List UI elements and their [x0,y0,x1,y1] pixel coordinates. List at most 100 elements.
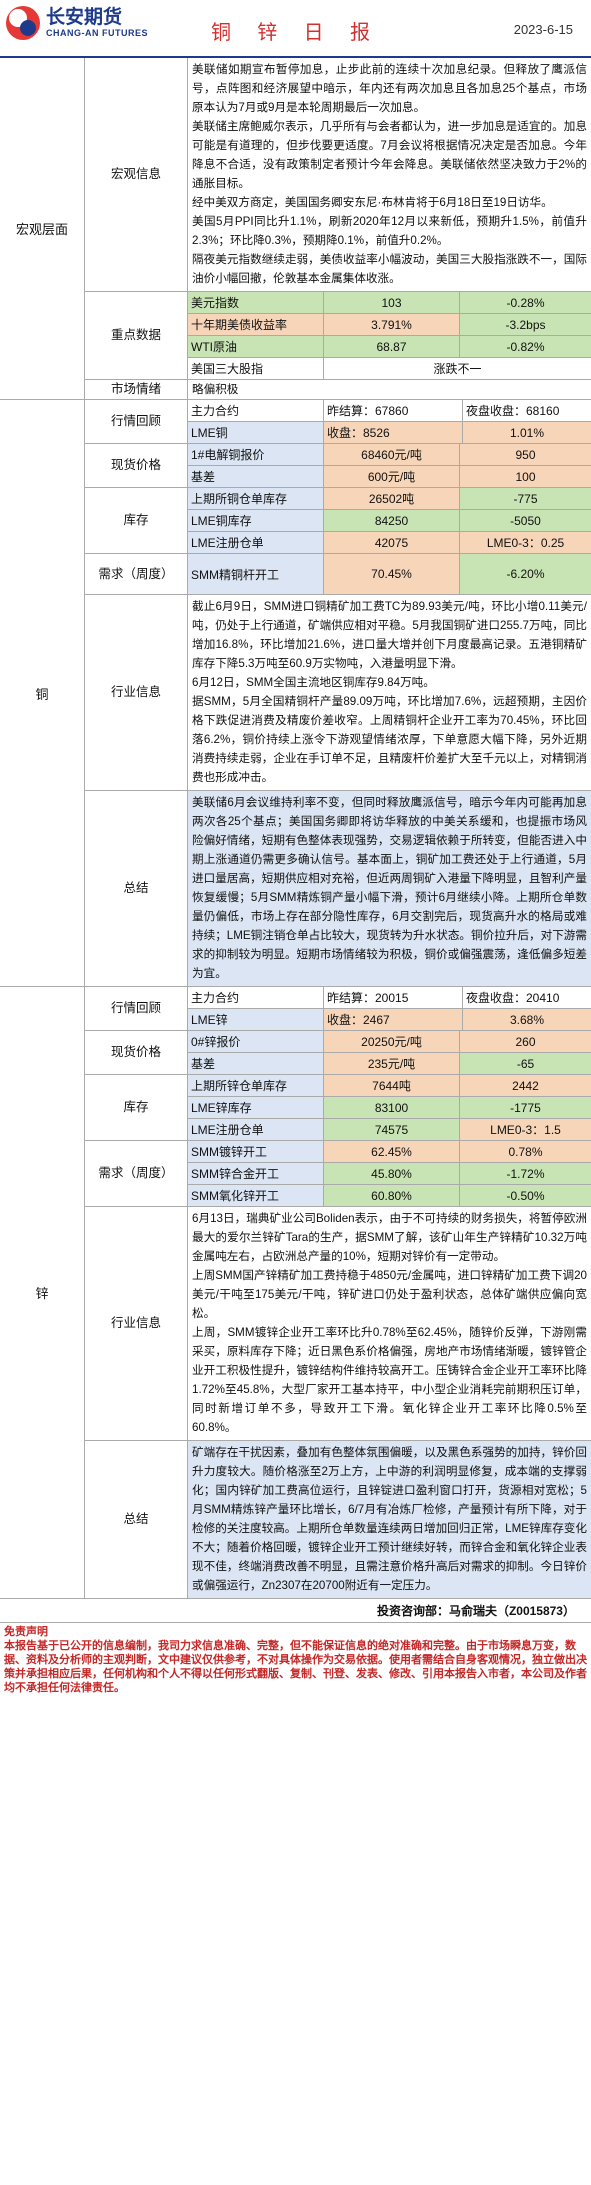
table-row: LME注册仓单 74575 LME0-3：1.5 [188,1119,591,1140]
copper-stock-label: 库存 [85,488,188,553]
table-cell: 100 [460,466,591,487]
zinc-spot-row: 现货价格 0#锌报价 20250元/吨 260 基差 235元/吨 -65 [85,1031,591,1075]
table-row: 十年期美债收益率 3.791% -3.2bps [188,314,591,336]
table-row: 美元指数 103 -0.28% [188,292,591,314]
table-cell: 235元/吨 [324,1053,460,1074]
summary-paragraph: 美联储6月会议维持利率不变，但同时释放鹰派信号，暗示今年内可能再加息两次各25个… [192,796,587,980]
zinc-stock-label: 库存 [85,1075,188,1140]
table-cell: 上期所铜仓单库存 [188,488,324,509]
industry-paragraph: 上周SMM国产锌精矿加工费持稳于4850元/金属吨，进口锌精矿加工费下调20美元… [192,1269,587,1320]
table-row: 主力合约 昨结算：67860 夜盘收盘：68160 [188,400,591,422]
copper-summary-label: 总结 [85,791,188,986]
zinc-demand-label: 需求（周度） [85,1141,188,1206]
copper-stock-row: 库存 上期所铜仓单库存 26502吨 -775 LME铜库存 84250 -50… [85,488,591,554]
report-title: 铜 锌 日 报 [210,20,381,44]
industry-paragraph: 截止6月9日，SMM进口铜精矿加工费TC为89.93美元/吨，环比小增0.11美… [192,600,587,670]
table-row: LME铜库存 84250 -5050 [188,510,591,532]
table-cell: 260 [460,1031,591,1052]
table-cell: 基差 [188,1053,324,1074]
table-cell: SMM镀锌开工 [188,1141,324,1162]
table-cell: 0#锌报价 [188,1031,324,1052]
table-row: 主力合约 昨结算：20015 夜盘收盘：20410 [188,987,591,1009]
table-cell: 62.45% [324,1141,460,1162]
table-row: WTI原油 68.87 -0.82% [188,336,591,358]
macro-news-paragraph: 美国5月PPI同比升1.1%，刷新2020年12月以来新低，预期升1.5%，前值… [192,215,587,247]
table-cell: LME注册仓单 [188,532,324,553]
table-cell: 70.45% [324,554,460,594]
table-cell: 收盘：8526 [324,422,463,443]
table-row: LME铜 收盘：8526 1.01% [188,422,591,443]
macro-news-label: 宏观信息 [85,58,188,291]
table-cell: -1.72% [460,1163,591,1184]
industry-paragraph: 上周，SMM镀锌企业开工率环比升0.78%至62.45%，随锌价反弹，下游刚需采… [192,1326,587,1434]
table-cell: 1.01% [463,422,591,443]
table-cell: 83100 [324,1097,460,1118]
table-cell: LME0-3：1.5 [460,1119,591,1140]
key-data-name: WTI原油 [188,336,324,357]
copper-quote-row: 行情回顾 主力合约 昨结算：67860 夜盘收盘：68160 LME铜 收盘：8… [85,400,591,444]
copper-summary-row: 总结 美联储6月会议维持利率不变，但同时释放鹰派信号，暗示今年内可能再加息两次各… [85,791,591,986]
zinc-stock-row: 库存 上期所锌仓单库存 7644吨 2442 LME锌库存 83100 -177… [85,1075,591,1141]
table-cell: SMM精铜杆开工 [188,554,324,594]
table-row: SMM锌合金开工 45.80% -1.72% [188,1163,591,1185]
macro-news-paragraph: 美联储如期宣布暂停加息，止步此前的连续十次加息纪录。但释放了鹰派信号，点阵图和经… [192,63,587,114]
table-cell: 夜盘收盘：20410 [466,991,560,1005]
macro-key-label: 重点数据 [85,292,188,379]
report-date: 2023-6-15 [513,22,573,37]
zinc-summary-row: 总结 矿端存在干扰因素，叠加有色整体氛围偏暖，以及黑色系强势的加持，锌价回升力度… [85,1441,591,1598]
table-cell: LME铜库存 [188,510,324,531]
zinc-industry-label: 行业信息 [85,1207,188,1440]
zinc-industry-text: 6月13日，瑞典矿业公司Boliden表示，由于不可持续的财务损失，将暂停欧洲最… [188,1207,591,1440]
analyst-signature: 投资咨询部：马俞瑞夫（Z0015873） [0,1599,591,1623]
key-data-change: -0.82% [460,336,591,357]
zinc-summary-text: 矿端存在干扰因素，叠加有色整体氛围偏暖，以及黑色系强势的加持，锌价回升力度较大。… [188,1441,591,1598]
table-cell: -6.20% [460,554,591,594]
key-data-name: 十年期美债收益率 [188,314,324,335]
table-cell: LME锌 [188,1009,324,1030]
macro-news-row: 宏观信息 美联储如期宣布暂停加息，止步此前的连续十次加息纪录。但释放了鹰派信号，… [85,58,591,292]
macro-news-paragraph: 美联储主席鲍威尔表示，几乎所有与会者都认为，进一步加息是适宜的。加息可能是有道理… [192,120,587,190]
table-cell: 0.78% [460,1141,591,1162]
table-row: LME锌 收盘：2467 3.68% [188,1009,591,1030]
table-row: 基差 235元/吨 -65 [188,1053,591,1074]
table-row: SMM氧化锌开工 60.80% -0.50% [188,1185,591,1206]
macro-section: 宏观层面 宏观信息 美联储如期宣布暂停加息，止步此前的连续十次加息纪录。但释放了… [0,58,591,400]
table-cell: 7644吨 [324,1075,460,1096]
industry-paragraph: 据SMM，5月全国精铜杆产量89.09万吨，环比增加7.6%，远超预期，主因价格… [192,695,587,784]
table-cell: 上期所锌仓单库存 [188,1075,324,1096]
table-cell: 主力合约 [188,987,324,1008]
zinc-industry-row: 行业信息 6月13日，瑞典矿业公司Boliden表示，由于不可持续的财务损失，将… [85,1207,591,1441]
copper-demand-label: 需求（周度） [85,554,188,594]
table-cell: 68460元/吨 [324,444,460,465]
macro-key-data-row: 重点数据 美元指数 103 -0.28% 十年期美债收益率 3.791% -3.… [85,292,591,380]
industry-paragraph: 6月12日，SMM全国主流地区铜库存9.84万吨。 [192,676,435,689]
zinc-summary-label: 总结 [85,1441,188,1598]
table-cell: 昨结算：67860 [324,400,463,421]
copper-demand-row: 需求（周度） SMM精铜杆开工 70.45% -6.20% [85,554,591,595]
table-cell: 26502吨 [324,488,460,509]
table-row: SMM精铜杆开工 70.45% -6.20% [188,554,591,594]
table-row: LME锌库存 83100 -1775 [188,1097,591,1119]
key-data-value: 3.791% [324,314,460,335]
key-data-value: 103 [324,292,460,313]
copper-industry-text: 截止6月9日，SMM进口铜精矿加工费TC为89.93美元/吨，环比小增0.11美… [188,595,591,790]
summary-paragraph: 矿端存在干扰因素，叠加有色整体氛围偏暖，以及黑色系强势的加持，锌价回升力度较大。… [192,1446,587,1592]
table-row: 美国三大股指 涨跌不一 [188,358,591,379]
table-row: SMM镀锌开工 62.45% 0.78% [188,1141,591,1163]
table-cell: 45.80% [324,1163,460,1184]
table-row: LME注册仓单 42075 LME0-3：0.25 [188,532,591,553]
disclaimer: 免责声明 本报告基于已公开的信息编制，我司力求信息准确、完整，但不能保证信息的绝… [0,1623,591,1697]
table-cell: 42075 [324,532,460,553]
table-cell: 2442 [460,1075,591,1096]
zinc-section-label: 锌 [0,987,85,1598]
macro-news-paragraph: 隔夜美元指数继续走弱，美债收益率小幅波动，美国三大股指涨跌不一，国际油价小幅回撤… [192,253,587,285]
table-row: 0#锌报价 20250元/吨 260 [188,1031,591,1053]
copper-industry-row: 行业信息 截止6月9日，SMM进口铜精矿加工费TC为89.93美元/吨，环比小增… [85,595,591,791]
table-cell: LME0-3：0.25 [460,532,591,553]
table-cell: 84250 [324,510,460,531]
macro-sentiment-value: 略偏积极 [192,383,239,396]
table-cell: 3.68% [463,1009,591,1030]
key-data-value: 68.87 [324,336,460,357]
table-row: 基差 600元/吨 100 [188,466,591,487]
table-cell: -1775 [460,1097,591,1118]
